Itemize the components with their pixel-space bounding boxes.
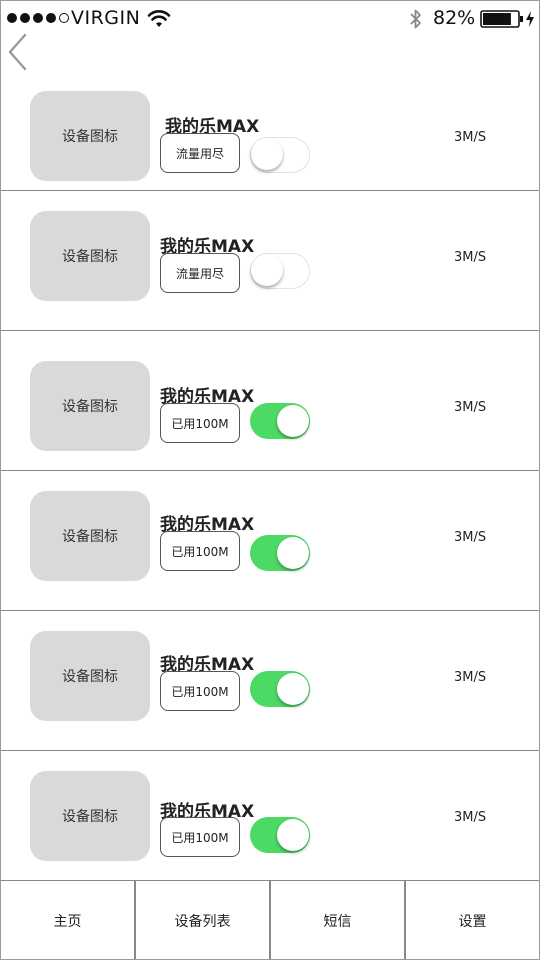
toggle-knob	[277, 673, 309, 705]
speed-label: 3M/S	[454, 400, 487, 415]
speed-label: 3M/S	[454, 130, 487, 145]
device-toggle[interactable]	[250, 535, 310, 571]
device-row[interactable]: 设备图标 我的乐MAX 流量用尽 3M/S	[1, 191, 539, 331]
device-toggle[interactable]	[250, 817, 310, 853]
device-row[interactable]: 设备图标 我的乐MAX 流量用尽 3M/S	[1, 1, 539, 191]
usage-badge: 已用100M	[160, 817, 240, 857]
usage-badge: 已用100M	[160, 671, 240, 711]
device-row[interactable]: 设备图标 我的乐MAX 已用100M 3M/S	[1, 611, 539, 751]
usage-label: 已用100M	[171, 830, 229, 845]
speed-label: 3M/S	[454, 250, 487, 265]
device-row[interactable]: 设备图标 我的乐MAX 已用100M 3M/S	[1, 331, 539, 471]
device-icon-label: 设备图标	[62, 399, 118, 415]
toggle-knob	[277, 537, 309, 569]
speed-label: 3M/S	[454, 670, 487, 685]
device-icon-placeholder: 设备图标	[30, 211, 150, 301]
toggle-knob	[251, 254, 283, 286]
usage-badge: 已用100M	[160, 531, 240, 571]
device-icon-placeholder: 设备图标	[30, 491, 150, 581]
usage-label: 流量用尽	[175, 266, 224, 281]
device-row[interactable]: 设备图标 我的乐MAX 已用100M 3M/S	[1, 751, 539, 881]
tab-sms[interactable]: 短信	[271, 881, 406, 959]
device-icon-placeholder: 设备图标	[30, 361, 150, 451]
device-icon-placeholder: 设备图标	[30, 91, 150, 181]
device-toggle[interactable]	[250, 671, 310, 707]
usage-badge: 流量用尽	[160, 253, 240, 293]
usage-badge: 已用100M	[160, 403, 240, 443]
usage-label: 流量用尽	[175, 146, 224, 161]
tab-device-list[interactable]: 设备列表	[136, 881, 271, 959]
speed-label: 3M/S	[454, 530, 487, 545]
device-icon-placeholder: 设备图标	[30, 771, 150, 861]
tab-home[interactable]: 主页	[1, 881, 136, 959]
device-toggle[interactable]	[250, 253, 310, 289]
tab-settings[interactable]: 设置	[406, 881, 539, 959]
usage-label: 已用100M	[171, 544, 229, 559]
tab-label: 设备列表	[174, 913, 231, 930]
toggle-knob	[277, 819, 309, 851]
device-row[interactable]: 设备图标 我的乐MAX 已用100M 3M/S	[1, 471, 539, 611]
device-icon-placeholder: 设备图标	[30, 631, 150, 721]
usage-label: 已用100M	[171, 416, 229, 431]
speed-label: 3M/S	[454, 810, 487, 825]
device-icon-label: 设备图标	[62, 249, 118, 265]
toggle-knob	[251, 138, 283, 170]
usage-badge: 流量用尽	[160, 133, 240, 173]
toggle-knob	[277, 405, 309, 437]
usage-label: 已用100M	[171, 684, 229, 699]
device-icon-label: 设备图标	[62, 809, 118, 825]
tab-bar: 主页 设备列表 短信 设置	[1, 880, 539, 959]
device-icon-label: 设备图标	[62, 669, 118, 685]
tab-label: 短信	[323, 913, 352, 930]
device-toggle[interactable]	[250, 137, 310, 173]
tab-label: 设置	[458, 913, 487, 930]
device-toggle[interactable]	[250, 403, 310, 439]
app-screen: VIRGIN 82% 设备图标 我的乐MAX 流量用尽 3M/S 设备图标 我的…	[0, 0, 540, 960]
device-icon-label: 设备图标	[62, 529, 118, 545]
tab-label: 主页	[53, 913, 82, 930]
device-icon-label: 设备图标	[62, 129, 118, 145]
